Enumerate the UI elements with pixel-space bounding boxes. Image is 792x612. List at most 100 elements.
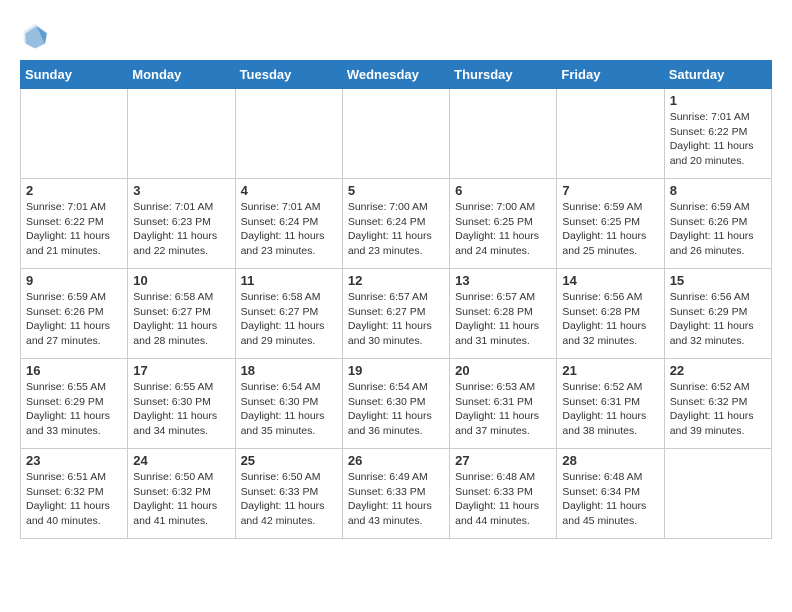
- day-info: Sunrise: 6:59 AM Sunset: 6:26 PM Dayligh…: [26, 290, 122, 349]
- day-info: Sunrise: 6:56 AM Sunset: 6:29 PM Dayligh…: [670, 290, 766, 349]
- day-info: Sunrise: 6:49 AM Sunset: 6:33 PM Dayligh…: [348, 470, 444, 529]
- day-header-friday: Friday: [557, 61, 664, 89]
- calendar-cell: 17 Sunrise: 6:55 AM Sunset: 6:30 PM Dayli…: [128, 359, 235, 449]
- day-header-sunday: Sunday: [21, 61, 128, 89]
- day-info: Sunrise: 7:00 AM Sunset: 6:25 PM Dayligh…: [455, 200, 551, 259]
- day-number: 10: [133, 273, 229, 288]
- calendar-week-4: 16 Sunrise: 6:55 AM Sunset: 6:29 PM Dayli…: [21, 359, 772, 449]
- day-number: 21: [562, 363, 658, 378]
- day-info: Sunrise: 6:55 AM Sunset: 6:30 PM Dayligh…: [133, 380, 229, 439]
- day-number: 23: [26, 453, 122, 468]
- day-info: Sunrise: 6:58 AM Sunset: 6:27 PM Dayligh…: [241, 290, 337, 349]
- calendar-cell: [664, 449, 771, 539]
- day-number: 5: [348, 183, 444, 198]
- calendar-cell: 12 Sunrise: 6:57 AM Sunset: 6:27 PM Dayli…: [342, 269, 449, 359]
- calendar-cell: 5 Sunrise: 7:00 AM Sunset: 6:24 PM Daylig…: [342, 179, 449, 269]
- day-number: 1: [670, 93, 766, 108]
- logo-icon: [20, 20, 50, 50]
- day-info: Sunrise: 6:48 AM Sunset: 6:33 PM Dayligh…: [455, 470, 551, 529]
- day-number: 3: [133, 183, 229, 198]
- calendar-cell: 23 Sunrise: 6:51 AM Sunset: 6:32 PM Dayli…: [21, 449, 128, 539]
- day-number: 8: [670, 183, 766, 198]
- calendar-week-1: 1 Sunrise: 7:01 AM Sunset: 6:22 PM Daylig…: [21, 89, 772, 179]
- day-number: 12: [348, 273, 444, 288]
- day-info: Sunrise: 6:52 AM Sunset: 6:32 PM Dayligh…: [670, 380, 766, 439]
- calendar-cell: [557, 89, 664, 179]
- day-info: Sunrise: 6:51 AM Sunset: 6:32 PM Dayligh…: [26, 470, 122, 529]
- calendar-cell: 21 Sunrise: 6:52 AM Sunset: 6:31 PM Dayli…: [557, 359, 664, 449]
- day-number: 27: [455, 453, 551, 468]
- day-number: 15: [670, 273, 766, 288]
- day-info: Sunrise: 6:59 AM Sunset: 6:26 PM Dayligh…: [670, 200, 766, 259]
- calendar-cell: [128, 89, 235, 179]
- calendar-cell: 8 Sunrise: 6:59 AM Sunset: 6:26 PM Daylig…: [664, 179, 771, 269]
- day-number: 16: [26, 363, 122, 378]
- day-info: Sunrise: 7:01 AM Sunset: 6:24 PM Dayligh…: [241, 200, 337, 259]
- calendar-cell: 11Sunrise: 6:58 AM Sunset: 6:27 PM Dayli…: [235, 269, 342, 359]
- calendar-cell: [21, 89, 128, 179]
- calendar-cell: 20 Sunrise: 6:53 AM Sunset: 6:31 PM Dayli…: [450, 359, 557, 449]
- day-number: 18: [241, 363, 337, 378]
- calendar-cell: [450, 89, 557, 179]
- day-number: 28: [562, 453, 658, 468]
- day-number: 20: [455, 363, 551, 378]
- day-info: Sunrise: 6:52 AM Sunset: 6:31 PM Dayligh…: [562, 380, 658, 439]
- day-info: Sunrise: 6:50 AM Sunset: 6:32 PM Dayligh…: [133, 470, 229, 529]
- calendar-cell: 26 Sunrise: 6:49 AM Sunset: 6:33 PM Dayli…: [342, 449, 449, 539]
- day-header-tuesday: Tuesday: [235, 61, 342, 89]
- calendar-cell: [342, 89, 449, 179]
- day-number: 14: [562, 273, 658, 288]
- day-info: Sunrise: 6:56 AM Sunset: 6:28 PM Dayligh…: [562, 290, 658, 349]
- calendar-cell: 1 Sunrise: 7:01 AM Sunset: 6:22 PM Daylig…: [664, 89, 771, 179]
- day-header-saturday: Saturday: [664, 61, 771, 89]
- day-number: 22: [670, 363, 766, 378]
- day-info: Sunrise: 6:53 AM Sunset: 6:31 PM Dayligh…: [455, 380, 551, 439]
- day-info: Sunrise: 7:01 AM Sunset: 6:22 PM Dayligh…: [26, 200, 122, 259]
- day-info: Sunrise: 6:59 AM Sunset: 6:25 PM Dayligh…: [562, 200, 658, 259]
- calendar-cell: 7 Sunrise: 6:59 AM Sunset: 6:25 PM Daylig…: [557, 179, 664, 269]
- day-info: Sunrise: 6:55 AM Sunset: 6:29 PM Dayligh…: [26, 380, 122, 439]
- calendar-week-2: 2 Sunrise: 7:01 AM Sunset: 6:22 PM Daylig…: [21, 179, 772, 269]
- calendar-cell: 10 Sunrise: 6:58 AM Sunset: 6:27 PM Dayli…: [128, 269, 235, 359]
- day-info: Sunrise: 6:57 AM Sunset: 6:27 PM Dayligh…: [348, 290, 444, 349]
- calendar-cell: 2 Sunrise: 7:01 AM Sunset: 6:22 PM Daylig…: [21, 179, 128, 269]
- day-number: 19: [348, 363, 444, 378]
- day-number: 2: [26, 183, 122, 198]
- day-info: Sunrise: 7:00 AM Sunset: 6:24 PM Dayligh…: [348, 200, 444, 259]
- day-header-wednesday: Wednesday: [342, 61, 449, 89]
- page-header: [20, 20, 772, 50]
- calendar-cell: 19 Sunrise: 6:54 AM Sunset: 6:30 PM Dayli…: [342, 359, 449, 449]
- calendar-cell: 28Sunrise: 6:48 AM Sunset: 6:34 PM Dayli…: [557, 449, 664, 539]
- calendar-cell: 15 Sunrise: 6:56 AM Sunset: 6:29 PM Dayli…: [664, 269, 771, 359]
- day-header-monday: Monday: [128, 61, 235, 89]
- calendar-cell: [235, 89, 342, 179]
- day-info: Sunrise: 6:54 AM Sunset: 6:30 PM Dayligh…: [348, 380, 444, 439]
- day-number: 24: [133, 453, 229, 468]
- day-number: 4: [241, 183, 337, 198]
- day-info: Sunrise: 6:50 AM Sunset: 6:33 PM Dayligh…: [241, 470, 337, 529]
- day-info: Sunrise: 7:01 AM Sunset: 6:22 PM Dayligh…: [670, 110, 766, 169]
- day-info: Sunrise: 7:01 AM Sunset: 6:23 PM Dayligh…: [133, 200, 229, 259]
- calendar-cell: 24 Sunrise: 6:50 AM Sunset: 6:32 PM Dayli…: [128, 449, 235, 539]
- calendar-cell: 27 Sunrise: 6:48 AM Sunset: 6:33 PM Dayli…: [450, 449, 557, 539]
- calendar-cell: 14 Sunrise: 6:56 AM Sunset: 6:28 PM Dayli…: [557, 269, 664, 359]
- calendar-cell: 22 Sunrise: 6:52 AM Sunset: 6:32 PM Dayli…: [664, 359, 771, 449]
- day-number: 13: [455, 273, 551, 288]
- calendar-cell: 3 Sunrise: 7:01 AM Sunset: 6:23 PM Daylig…: [128, 179, 235, 269]
- day-number: 25: [241, 453, 337, 468]
- calendar-table: SundayMondayTuesdayWednesdayThursdayFrid…: [20, 60, 772, 539]
- day-number: 17: [133, 363, 229, 378]
- day-info: Sunrise: 6:57 AM Sunset: 6:28 PM Dayligh…: [455, 290, 551, 349]
- calendar-cell: 9Sunrise: 6:59 AM Sunset: 6:26 PM Daylig…: [21, 269, 128, 359]
- logo: [20, 20, 54, 50]
- calendar-cell: 25 Sunrise: 6:50 AM Sunset: 6:33 PM Dayli…: [235, 449, 342, 539]
- calendar-week-3: 9Sunrise: 6:59 AM Sunset: 6:26 PM Daylig…: [21, 269, 772, 359]
- calendar-cell: 16 Sunrise: 6:55 AM Sunset: 6:29 PM Dayli…: [21, 359, 128, 449]
- day-number: 7: [562, 183, 658, 198]
- calendar-header-row: SundayMondayTuesdayWednesdayThursdayFrid…: [21, 61, 772, 89]
- day-number: 26: [348, 453, 444, 468]
- day-info: Sunrise: 6:54 AM Sunset: 6:30 PM Dayligh…: [241, 380, 337, 439]
- day-info: Sunrise: 6:58 AM Sunset: 6:27 PM Dayligh…: [133, 290, 229, 349]
- calendar-cell: 4 Sunrise: 7:01 AM Sunset: 6:24 PM Daylig…: [235, 179, 342, 269]
- day-header-thursday: Thursday: [450, 61, 557, 89]
